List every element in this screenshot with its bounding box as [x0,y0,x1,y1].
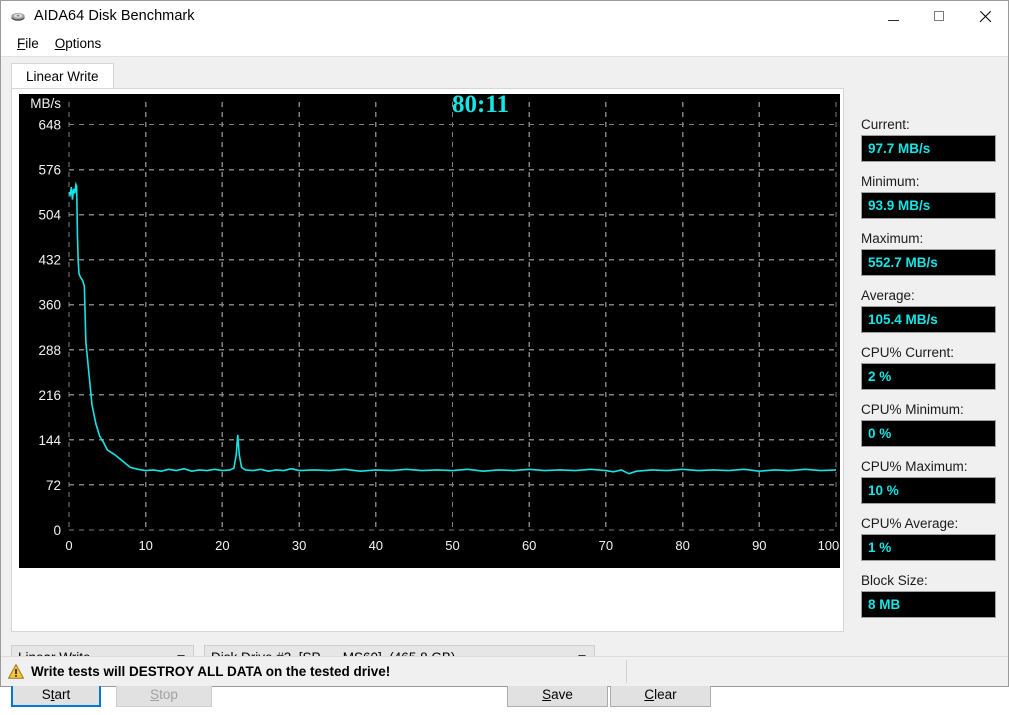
stat-label: Block Size: [861,573,928,588]
status-separator [626,660,627,683]
close-button[interactable] [962,1,1008,31]
stat-label: Minimum: [861,174,920,189]
stat-group: Minimum: 93.9 MB/s [861,174,1009,219]
svg-text:432: 432 [38,253,61,268]
stat-value: 97.7 MB/s [861,135,996,162]
menu-item-options[interactable]: Options [47,33,110,55]
statistics-panel: Current: 97.7 MB/s Minimum: 93.9 MB/s Maximu… [861,117,1009,630]
stat-value: 8 MB [861,591,996,618]
stat-group: CPU% Average: 1 % [861,516,1009,561]
app-window: AIDA64 Disk Benchmark File Options Linea… [0,0,1009,707]
svg-text:360: 360 [38,298,61,313]
status-bar: Write tests will DESTROY ALL DATA on the… [1,656,1008,686]
menu-item-file[interactable]: File [9,33,47,55]
stat-group: Block Size: 8 MB [861,573,1009,618]
menu-bar: File Options [1,31,1008,57]
svg-text:MB/s: MB/s [30,96,61,111]
left-column: Linear Write MB/s 0 72 144 216 288 360 432 504 57… [1,57,854,707]
maximize-button[interactable] [916,1,962,31]
svg-text:80: 80 [675,538,689,553]
svg-text:100 %: 100 % [818,538,840,553]
body-area: Linear Write MB/s 0 72 144 216 288 360 432 504 57… [1,57,1009,707]
svg-text:60: 60 [522,538,536,553]
svg-text:144: 144 [38,433,61,448]
maximize-icon [934,11,944,21]
save-button-label: Save [542,686,573,702]
stat-label: CPU% Current: [861,345,955,360]
menu-item-options-label: ptions [65,35,102,51]
svg-text:30: 30 [292,538,306,553]
chart-plot-area: MB/s 0 72 144 216 288 360 432 504 576 648 0 10 20 30 40… [19,94,840,568]
stat-value: 105.4 MB/s [861,306,996,333]
svg-text:0: 0 [65,538,72,553]
minimize-button[interactable] [870,1,916,31]
window-title: AIDA64 Disk Benchmark [34,7,195,24]
svg-text:288: 288 [38,343,61,358]
stat-group: Maximum: 552.7 MB/s [861,231,1009,276]
stat-value: 552.7 MB/s [861,249,996,276]
svg-text:504: 504 [38,208,61,223]
elapsed-timer: 80:11 [452,94,509,118]
benchmark-line-chart: MB/s 0 72 144 216 288 360 432 504 576 648 0 10 20 30 40… [30,94,840,553]
svg-text:648: 648 [38,118,61,133]
svg-text:216: 216 [38,388,61,403]
title-bar: AIDA64 Disk Benchmark [1,1,1008,31]
stat-label: CPU% Average: [861,516,959,531]
stat-group: Average: 105.4 MB/s [861,288,1009,333]
svg-text:50: 50 [445,538,459,553]
stat-value: 2 % [861,363,996,390]
disk-drive-icon [10,8,26,24]
svg-text:20: 20 [215,538,229,553]
stat-label: CPU% Minimum: [861,402,964,417]
stat-label: Current: [861,117,910,132]
tab-linear-write[interactable]: Linear Write [11,63,114,89]
status-message: Write tests will DESTROY ALL DATA on the… [31,664,391,679]
stat-value: 93.9 MB/s [861,192,996,219]
svg-text:90: 90 [752,538,766,553]
stat-label: CPU% Maximum: [861,459,968,474]
stat-group: Current: 97.7 MB/s [861,117,1009,162]
stat-value: 0 % [861,420,996,447]
window-controls [870,1,1008,31]
tab-strip: Linear Write [11,63,854,89]
svg-text:40: 40 [369,538,383,553]
svg-text:10: 10 [138,538,152,553]
minimize-icon [887,19,899,21]
start-button-label: Start [41,686,71,702]
chart-panel: MB/s 0 72 144 216 288 360 432 504 576 648 0 10 20 30 40… [11,88,844,632]
svg-text:0: 0 [53,523,61,538]
close-icon [979,10,992,23]
svg-text:576: 576 [38,163,61,178]
stat-value: 10 % [861,477,996,504]
svg-text:70: 70 [599,538,613,553]
menu-item-file-label: ile [25,35,39,51]
stop-button-label: Stop [150,686,178,702]
stat-group: CPU% Minimum: 0 % [861,402,1009,447]
stat-label: Maximum: [861,231,924,246]
stat-group: CPU% Current: 2 % [861,345,1009,390]
stat-label: Average: [861,288,915,303]
tab-linear-write-label: Linear Write [26,69,99,84]
warning-triangle-icon [7,663,25,679]
svg-text:72: 72 [46,478,61,493]
clear-button-label: Clear [644,686,677,702]
stat-value: 1 % [861,534,996,561]
stat-group: CPU% Maximum: 10 % [861,459,1009,504]
